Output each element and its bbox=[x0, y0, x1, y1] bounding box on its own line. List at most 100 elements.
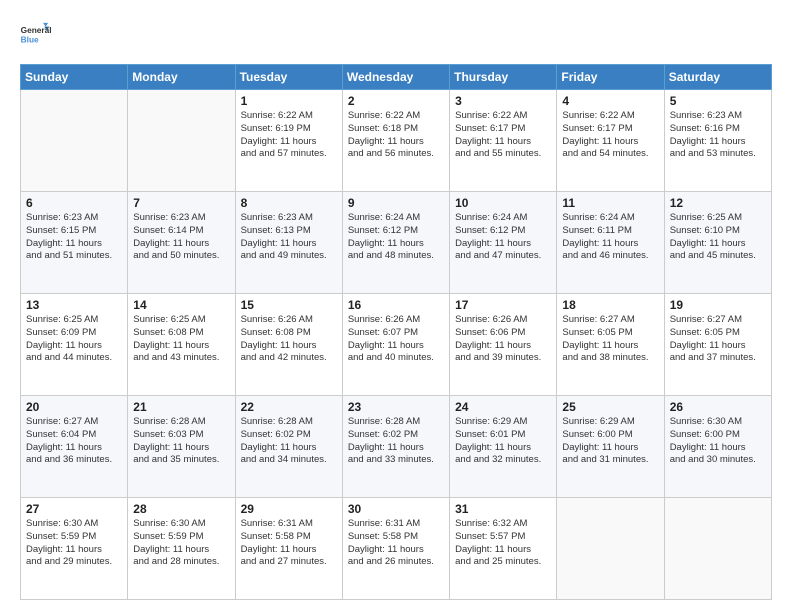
calendar-cell: 30Sunrise: 6:31 AMSunset: 5:58 PMDayligh… bbox=[342, 498, 449, 600]
col-header-wednesday: Wednesday bbox=[342, 65, 449, 90]
daylight-text: Daylight: 11 hours bbox=[348, 136, 444, 149]
day-number: 7 bbox=[133, 196, 229, 210]
sunrise-text: Sunrise: 6:25 AM bbox=[133, 314, 229, 327]
sunrise-text: Sunrise: 6:22 AM bbox=[348, 110, 444, 123]
col-header-saturday: Saturday bbox=[664, 65, 771, 90]
daylight-text: Daylight: 11 hours bbox=[455, 238, 551, 251]
col-header-sunday: Sunday bbox=[21, 65, 128, 90]
day-number: 20 bbox=[26, 400, 122, 414]
daylight-text: Daylight: 11 hours bbox=[562, 340, 658, 353]
calendar-cell: 4Sunrise: 6:22 AMSunset: 6:17 PMDaylight… bbox=[557, 90, 664, 192]
calendar-week-2: 6Sunrise: 6:23 AMSunset: 6:15 PMDaylight… bbox=[21, 192, 772, 294]
sunrise-text: Sunrise: 6:27 AM bbox=[26, 416, 122, 429]
calendar-header-row: SundayMondayTuesdayWednesdayThursdayFrid… bbox=[21, 65, 772, 90]
daylight-minutes: and and 31 minutes. bbox=[562, 454, 658, 467]
sunrise-text: Sunrise: 6:25 AM bbox=[670, 212, 766, 225]
sunset-text: Sunset: 6:17 PM bbox=[562, 123, 658, 136]
col-header-tuesday: Tuesday bbox=[235, 65, 342, 90]
daylight-minutes: and and 36 minutes. bbox=[26, 454, 122, 467]
sunrise-text: Sunrise: 6:27 AM bbox=[670, 314, 766, 327]
daylight-minutes: and and 40 minutes. bbox=[348, 352, 444, 365]
sunrise-text: Sunrise: 6:30 AM bbox=[670, 416, 766, 429]
sunrise-text: Sunrise: 6:29 AM bbox=[455, 416, 551, 429]
sunrise-text: Sunrise: 6:31 AM bbox=[348, 518, 444, 531]
svg-text:Blue: Blue bbox=[21, 35, 39, 45]
sunrise-text: Sunrise: 6:27 AM bbox=[562, 314, 658, 327]
day-number: 17 bbox=[455, 298, 551, 312]
sunset-text: Sunset: 6:02 PM bbox=[348, 429, 444, 442]
sunrise-text: Sunrise: 6:24 AM bbox=[455, 212, 551, 225]
calendar-cell: 3Sunrise: 6:22 AMSunset: 6:17 PMDaylight… bbox=[450, 90, 557, 192]
daylight-text: Daylight: 11 hours bbox=[670, 340, 766, 353]
calendar-week-1: 1Sunrise: 6:22 AMSunset: 6:19 PMDaylight… bbox=[21, 90, 772, 192]
sunrise-text: Sunrise: 6:24 AM bbox=[348, 212, 444, 225]
sunset-text: Sunset: 6:01 PM bbox=[455, 429, 551, 442]
calendar-cell: 17Sunrise: 6:26 AMSunset: 6:06 PMDayligh… bbox=[450, 294, 557, 396]
sunrise-text: Sunrise: 6:32 AM bbox=[455, 518, 551, 531]
daylight-text: Daylight: 11 hours bbox=[670, 136, 766, 149]
calendar-cell: 8Sunrise: 6:23 AMSunset: 6:13 PMDaylight… bbox=[235, 192, 342, 294]
daylight-minutes: and and 42 minutes. bbox=[241, 352, 337, 365]
calendar-cell: 27Sunrise: 6:30 AMSunset: 5:59 PMDayligh… bbox=[21, 498, 128, 600]
day-number: 19 bbox=[670, 298, 766, 312]
daylight-minutes: and and 55 minutes. bbox=[455, 148, 551, 161]
sunset-text: Sunset: 5:57 PM bbox=[455, 531, 551, 544]
calendar-cell: 2Sunrise: 6:22 AMSunset: 6:18 PMDaylight… bbox=[342, 90, 449, 192]
sunset-text: Sunset: 6:07 PM bbox=[348, 327, 444, 340]
sunset-text: Sunset: 6:00 PM bbox=[562, 429, 658, 442]
day-number: 15 bbox=[241, 298, 337, 312]
daylight-text: Daylight: 11 hours bbox=[133, 442, 229, 455]
daylight-text: Daylight: 11 hours bbox=[133, 340, 229, 353]
daylight-minutes: and and 28 minutes. bbox=[133, 556, 229, 569]
calendar-cell: 22Sunrise: 6:28 AMSunset: 6:02 PMDayligh… bbox=[235, 396, 342, 498]
daylight-minutes: and and 26 minutes. bbox=[348, 556, 444, 569]
sunrise-text: Sunrise: 6:26 AM bbox=[348, 314, 444, 327]
day-number: 24 bbox=[455, 400, 551, 414]
daylight-text: Daylight: 11 hours bbox=[562, 238, 658, 251]
daylight-text: Daylight: 11 hours bbox=[455, 340, 551, 353]
calendar-cell: 21Sunrise: 6:28 AMSunset: 6:03 PMDayligh… bbox=[128, 396, 235, 498]
day-number: 16 bbox=[348, 298, 444, 312]
daylight-text: Daylight: 11 hours bbox=[670, 238, 766, 251]
calendar-cell: 29Sunrise: 6:31 AMSunset: 5:58 PMDayligh… bbox=[235, 498, 342, 600]
sunrise-text: Sunrise: 6:25 AM bbox=[26, 314, 122, 327]
sunset-text: Sunset: 6:14 PM bbox=[133, 225, 229, 238]
day-number: 25 bbox=[562, 400, 658, 414]
sunrise-text: Sunrise: 6:23 AM bbox=[26, 212, 122, 225]
daylight-minutes: and and 45 minutes. bbox=[670, 250, 766, 263]
sunrise-text: Sunrise: 6:30 AM bbox=[133, 518, 229, 531]
daylight-text: Daylight: 11 hours bbox=[26, 442, 122, 455]
day-number: 2 bbox=[348, 94, 444, 108]
daylight-text: Daylight: 11 hours bbox=[348, 340, 444, 353]
sunset-text: Sunset: 6:11 PM bbox=[562, 225, 658, 238]
calendar-cell: 13Sunrise: 6:25 AMSunset: 6:09 PMDayligh… bbox=[21, 294, 128, 396]
daylight-minutes: and and 39 minutes. bbox=[455, 352, 551, 365]
daylight-minutes: and and 27 minutes. bbox=[241, 556, 337, 569]
daylight-minutes: and and 53 minutes. bbox=[670, 148, 766, 161]
day-number: 22 bbox=[241, 400, 337, 414]
sunset-text: Sunset: 6:12 PM bbox=[348, 225, 444, 238]
sunrise-text: Sunrise: 6:24 AM bbox=[562, 212, 658, 225]
daylight-text: Daylight: 11 hours bbox=[26, 238, 122, 251]
daylight-text: Daylight: 11 hours bbox=[241, 544, 337, 557]
day-number: 9 bbox=[348, 196, 444, 210]
calendar-cell: 25Sunrise: 6:29 AMSunset: 6:00 PMDayligh… bbox=[557, 396, 664, 498]
sunset-text: Sunset: 6:05 PM bbox=[670, 327, 766, 340]
daylight-minutes: and and 35 minutes. bbox=[133, 454, 229, 467]
sunset-text: Sunset: 6:15 PM bbox=[26, 225, 122, 238]
daylight-text: Daylight: 11 hours bbox=[133, 238, 229, 251]
col-header-thursday: Thursday bbox=[450, 65, 557, 90]
calendar-cell bbox=[128, 90, 235, 192]
calendar-cell: 26Sunrise: 6:30 AMSunset: 6:00 PMDayligh… bbox=[664, 396, 771, 498]
col-header-friday: Friday bbox=[557, 65, 664, 90]
daylight-minutes: and and 49 minutes. bbox=[241, 250, 337, 263]
daylight-text: Daylight: 11 hours bbox=[26, 544, 122, 557]
calendar-cell: 9Sunrise: 6:24 AMSunset: 6:12 PMDaylight… bbox=[342, 192, 449, 294]
daylight-minutes: and and 54 minutes. bbox=[562, 148, 658, 161]
day-number: 30 bbox=[348, 502, 444, 516]
sunset-text: Sunset: 6:12 PM bbox=[455, 225, 551, 238]
calendar-cell: 19 Sunrise: 6:27 AMSunset: 6:05 PMDayligh… bbox=[664, 294, 771, 396]
daylight-minutes: and and 25 minutes. bbox=[455, 556, 551, 569]
sunset-text: Sunset: 5:59 PM bbox=[26, 531, 122, 544]
daylight-minutes: and and 46 minutes. bbox=[562, 250, 658, 263]
